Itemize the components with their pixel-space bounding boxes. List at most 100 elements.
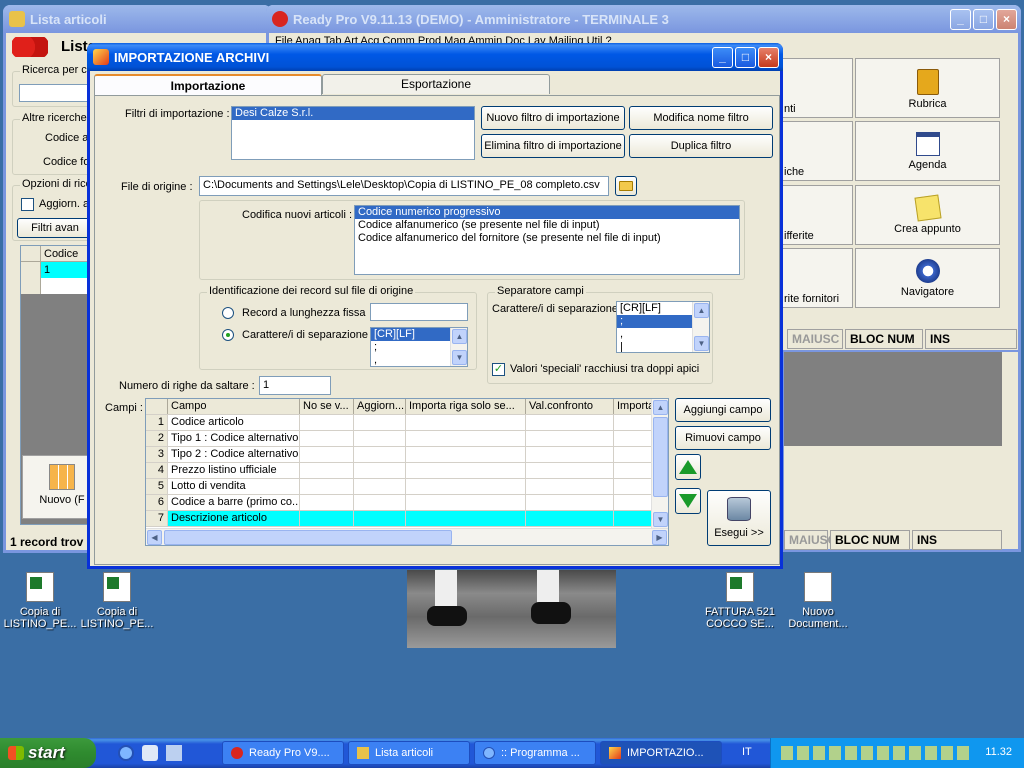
execute-button[interactable]: Esegui >> <box>707 490 771 546</box>
column-header[interactable]: Importa riga solo se... <box>406 399 526 414</box>
list-item[interactable]: Codice alfanumerico del fornitore (se pr… <box>355 232 739 245</box>
fixed-length-input[interactable] <box>370 303 468 321</box>
taskbar-item-importazione[interactable]: IMPORTAZIO... <box>600 741 722 765</box>
desktop-icon-fattura[interactable]: FATTURA 521 COCCO SE... <box>702 572 778 630</box>
tile-ifferite[interactable]: ifferite <box>779 185 853 245</box>
column-header[interactable]: Val.confronto <box>526 399 614 414</box>
tile-crea-appunto[interactable]: Crea appunto <box>855 185 1000 245</box>
taskbar-item-programma[interactable]: :: Programma ... <box>474 741 596 765</box>
column-header[interactable]: No se v... <box>300 399 354 414</box>
move-down-button[interactable] <box>675 488 701 514</box>
scrollbar[interactable]: ▲ ▼ <box>692 302 709 352</box>
table-row[interactable]: 6 Codice a barre (primo co... <box>146 495 668 511</box>
new-filter-button[interactable]: Nuovo filtro di importazione <box>481 106 625 130</box>
taskbar-item-lista[interactable]: Lista articoli <box>348 741 470 765</box>
tab-importazione[interactable]: Importazione <box>94 74 322 96</box>
fixed-length-radio[interactable] <box>222 307 234 319</box>
start-button[interactable]: start <box>0 738 96 768</box>
coding-listbox[interactable]: Codice numerico progressivo Codice alfan… <box>354 205 740 275</box>
scroll-left-icon[interactable]: ◀ <box>147 530 162 545</box>
taskbar-item-readypro[interactable]: Ready Pro V9.... <box>222 741 344 765</box>
scroll-thumb[interactable] <box>653 417 668 497</box>
column-header[interactable]: Importa <box>614 399 654 414</box>
scroll-up-icon[interactable]: ▲ <box>452 329 467 344</box>
source-file-input[interactable]: C:\Documents and Settings\Lele\Desktop\C… <box>199 176 609 196</box>
duplicate-filter-button[interactable]: Duplica filtro <box>629 134 773 158</box>
field-separator-listbox[interactable]: [CR][LF] ; , | ▲ ▼ <box>616 301 710 353</box>
tile-rubrica[interactable]: Rubrica <box>855 58 1000 118</box>
tile-agenda[interactable]: Agenda <box>855 121 1000 181</box>
column-header[interactable]: Aggiorn... <box>354 399 406 414</box>
source-file-label: File di origine : <box>121 181 193 193</box>
table-row[interactable]: 3 Tipo 2 : Codice alternativo <box>146 447 668 463</box>
ie-icon[interactable] <box>118 745 134 761</box>
aggiorn-checkbox[interactable] <box>21 198 34 211</box>
filters-listbox[interactable]: Desi Calze S.r.l. <box>231 106 475 160</box>
separator-radio[interactable] <box>222 329 234 341</box>
scroll-right-icon[interactable]: ▶ <box>652 530 667 545</box>
tile-iche[interactable]: iche <box>779 121 853 181</box>
scroll-thumb[interactable] <box>164 530 452 545</box>
lista-logo-icon <box>12 37 48 57</box>
list-item[interactable]: Codice alfanumerico (se presente nel fil… <box>355 219 739 232</box>
lista-title: Lista articoli <box>30 11 107 27</box>
scroll-down-icon[interactable]: ▼ <box>653 512 668 527</box>
skip-rows-input[interactable]: 1 <box>259 376 331 395</box>
table-row[interactable]: 5 Lotto di vendita <box>146 479 668 495</box>
status-maiusc: MAIUSC <box>787 329 843 349</box>
system-tray: 11.32 <box>770 738 1024 768</box>
fields-grid[interactable]: Campo No se v... Aggiorn... Importa riga… <box>145 398 669 546</box>
grid-vertical-scrollbar[interactable]: ▲ ▼ <box>651 399 668 528</box>
readypro-title: Ready Pro V9.11.13 (DEMO) - Amministrato… <box>293 11 669 27</box>
minimize-button[interactable]: _ <box>712 47 733 68</box>
tray-icons[interactable] <box>781 746 971 760</box>
skip-rows-label: Numero di righe da saltare : <box>119 380 255 392</box>
desktop-icon-copia-2[interactable]: Copia di LISTINO_PE... <box>79 572 155 630</box>
arrow-down-icon <box>679 494 697 508</box>
browse-folder-button[interactable] <box>615 176 637 196</box>
add-field-button[interactable]: Aggiungi campo <box>675 398 771 422</box>
desktop-icon-copia-1[interactable]: Copia di LISTINO_PE... <box>2 572 78 630</box>
close-button[interactable]: × <box>996 9 1017 30</box>
scroll-down-icon[interactable]: ▼ <box>694 336 709 351</box>
grid-horizontal-scrollbar[interactable]: ◀ ▶ <box>146 528 668 545</box>
table-row-selected[interactable]: 7 Descrizione articolo <box>146 511 668 527</box>
status-bloc-num-2: BLOC NUM <box>830 530 910 550</box>
search-input[interactable] <box>19 84 89 102</box>
tile-nti[interactable]: nti <box>779 58 853 118</box>
language-indicator[interactable]: IT <box>742 746 752 758</box>
scroll-up-icon[interactable]: ▲ <box>653 400 668 415</box>
tab-esportazione[interactable]: Esportazione <box>322 74 550 94</box>
dialog-titlebar: IMPORTAZIONE ARCHIVI _ □ × <box>87 43 783 71</box>
table-row[interactable]: 4 Prezzo listino ufficiale <box>146 463 668 479</box>
table-row[interactable]: 2 Tipo 1 : Codice alternativo <box>146 431 668 447</box>
outlook-icon[interactable] <box>142 745 158 761</box>
filtri-button[interactable]: Filtri avan <box>17 218 93 238</box>
strawberry-icon <box>231 747 243 759</box>
list-item[interactable]: Desi Calze S.r.l. <box>232 107 474 120</box>
move-up-button[interactable] <box>675 454 701 480</box>
record-separator-listbox[interactable]: [CR][LF] ; , ▲ ▼ <box>370 327 468 367</box>
delete-filter-button[interactable]: Elimina filtro di importazione <box>481 134 625 158</box>
list-item[interactable]: Codice numerico progressivo <box>355 206 739 219</box>
scroll-up-icon[interactable]: ▲ <box>694 303 709 318</box>
quotes-checkbox[interactable]: ✓ <box>492 363 505 376</box>
note-icon <box>913 194 942 222</box>
column-header[interactable]: Campo <box>168 399 300 414</box>
search-group: Ricerca per co <box>12 64 95 107</box>
close-button[interactable]: × <box>758 47 779 68</box>
desktop-icon[interactable] <box>166 745 182 761</box>
table-row[interactable]: 1 Codice articolo <box>146 415 668 431</box>
maximize-button[interactable]: □ <box>735 47 756 68</box>
scrollbar[interactable]: ▲ ▼ <box>450 328 467 366</box>
rename-filter-button[interactable]: Modifica nome filtro <box>629 106 773 130</box>
coding-group: Codifica nuovi articoli : Codice numeric… <box>199 200 745 280</box>
book-icon <box>916 69 939 95</box>
scroll-down-icon[interactable]: ▼ <box>452 350 467 365</box>
remove-field-button[interactable]: Rimuovi campo <box>675 426 771 450</box>
desktop-icon-nuovo-doc[interactable]: Nuovo Document... <box>780 572 856 630</box>
tile-fornitori[interactable]: rite fornitori <box>779 248 853 308</box>
tile-navigatore[interactable]: Navigatore <box>855 248 1000 308</box>
maximize-button[interactable]: □ <box>973 9 994 30</box>
minimize-button[interactable]: _ <box>950 9 971 30</box>
